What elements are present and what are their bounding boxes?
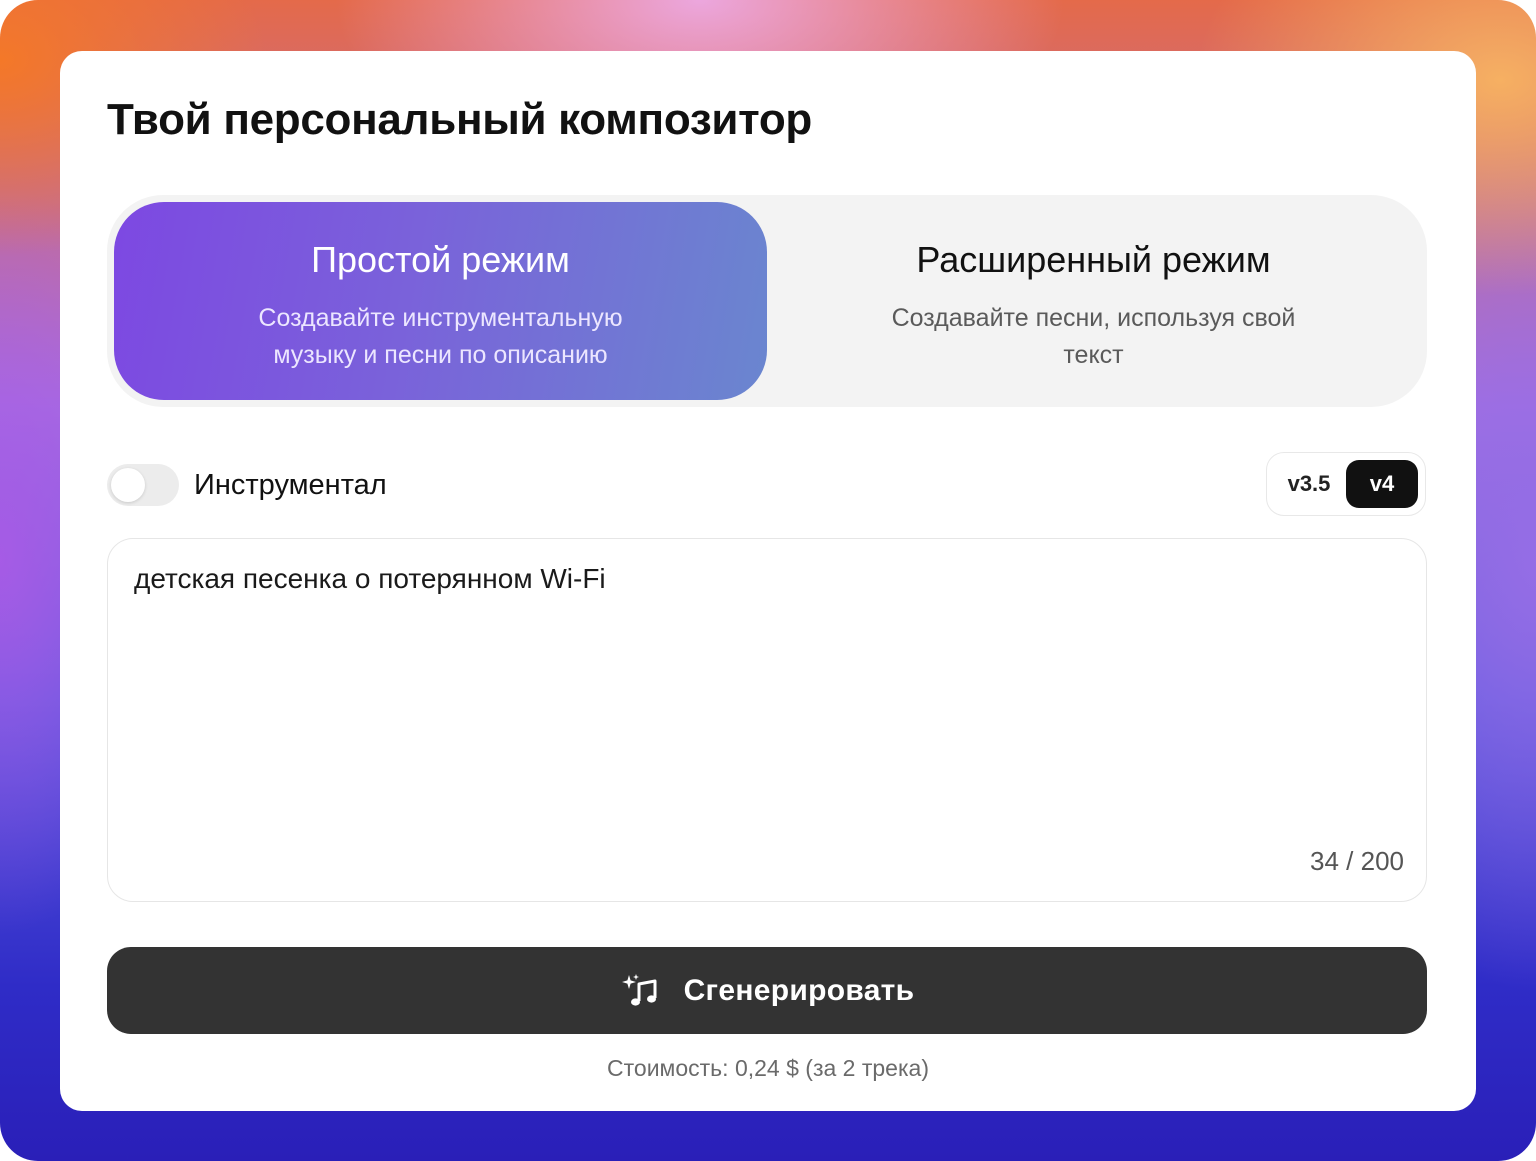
character-counter: 34 / 200 (1310, 846, 1404, 876)
simple-mode-option[interactable]: Простой режим Создавайте инструментальну… (114, 202, 767, 400)
version-switch: v3.5 v4 (1266, 452, 1426, 516)
page-title: Твой персональный композитор (107, 95, 812, 144)
toggle-knob (111, 468, 145, 502)
advanced-mode-option[interactable]: Расширенный режим Создавайте песни, испо… (767, 202, 1420, 400)
instrumental-toggle[interactable] (107, 464, 179, 506)
background-frame: Твой персональный композитор Простой реж… (0, 0, 1536, 1161)
simple-mode-description: Создавайте инструментальную музыку и пес… (258, 304, 623, 369)
simple-mode-title: Простой режим (311, 239, 570, 280)
advanced-mode-title: Расширенный режим (916, 239, 1271, 280)
prompt-text[interactable]: детская песенка о потерянном Wi-Fi (134, 563, 1334, 595)
prompt-textarea[interactable]: детская песенка о потерянном Wi-Fi 34 / … (107, 538, 1427, 902)
version-option-v3-5[interactable]: v3.5 (1273, 460, 1345, 508)
advanced-mode-description: Создавайте песни, используя свой текст (891, 304, 1296, 369)
instrumental-row: Инструментал (107, 461, 387, 509)
cost-note: Стоимость: 0,24 $ (за 2 трека) (607, 1055, 929, 1081)
instrumental-label: Инструментал (194, 468, 387, 501)
version-option-v4[interactable]: v4 (1346, 460, 1418, 508)
generate-button-label: Сгенерировать (683, 973, 915, 1007)
generate-button[interactable]: Сгенерировать (107, 947, 1427, 1034)
sparkle-music-note-icon (621, 973, 657, 1006)
mode-switcher: Простой режим Создавайте инструментальну… (107, 195, 1427, 407)
composer-card: Твой персональный композитор Простой реж… (60, 51, 1476, 1111)
